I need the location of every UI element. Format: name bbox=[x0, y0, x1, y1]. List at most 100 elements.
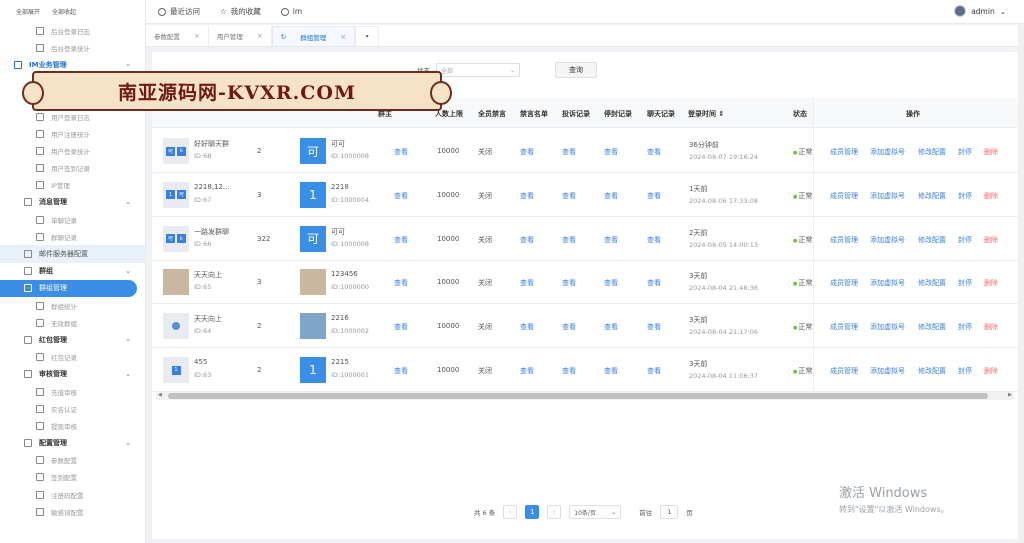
member-manage-link[interactable]: 成员管理 bbox=[830, 278, 858, 288]
sidebar-item[interactable]: 群组管理 bbox=[0, 279, 137, 297]
ban-records-link[interactable]: 查看 bbox=[604, 147, 618, 157]
sidebar-item[interactable]: IP管理 bbox=[0, 177, 145, 194]
sidebar-item[interactable]: 审核管理 ⌄ bbox=[0, 366, 145, 383]
mute-list-link[interactable]: 查看 bbox=[520, 322, 534, 332]
complaints-link[interactable]: 查看 bbox=[562, 191, 576, 201]
th-login-time[interactable]: 登录时间 ⇕ bbox=[688, 109, 724, 119]
chat-records-link[interactable]: 查看 bbox=[647, 235, 661, 245]
scrollbar-thumb[interactable] bbox=[168, 393, 988, 399]
mute-list-link[interactable]: 查看 bbox=[520, 278, 534, 288]
edit-config-link[interactable]: 修改配置 bbox=[918, 366, 946, 376]
sidebar-item[interactable]: 群组 ⌄ bbox=[0, 263, 145, 280]
tab-users[interactable]: 用户管理 × bbox=[209, 26, 272, 46]
add-virtual-link[interactable]: 添加虚拟号 bbox=[870, 278, 905, 288]
delete-link[interactable]: 删除 bbox=[984, 366, 998, 376]
next-page-button[interactable]: › bbox=[547, 505, 562, 519]
delete-link[interactable]: 删除 bbox=[984, 235, 998, 245]
sidebar-item[interactable]: 红包记录 bbox=[0, 349, 145, 366]
view-link[interactable]: 查看 bbox=[394, 322, 408, 332]
complaints-link[interactable]: 查看 bbox=[562, 278, 576, 288]
expand-all-button[interactable]: 全部展开 bbox=[16, 7, 40, 16]
close-icon[interactable]: × bbox=[194, 32, 200, 40]
ban-link[interactable]: 封停 bbox=[958, 278, 972, 288]
view-link[interactable]: 查看 bbox=[394, 278, 408, 288]
user-menu[interactable]: admin ⌄ bbox=[954, 5, 1006, 17]
delete-link[interactable]: 删除 bbox=[984, 147, 998, 157]
member-manage-link[interactable]: 成员管理 bbox=[830, 366, 858, 376]
chat-records-link[interactable]: 查看 bbox=[647, 191, 661, 201]
scroll-right-icon[interactable]: ▶ bbox=[1008, 392, 1012, 398]
delete-link[interactable]: 删除 bbox=[984, 278, 998, 288]
horizontal-scrollbar[interactable]: ◀ ▶ bbox=[156, 392, 1014, 400]
close-icon[interactable]: × bbox=[340, 33, 346, 41]
ban-records-link[interactable]: 查看 bbox=[604, 191, 618, 201]
add-virtual-link[interactable]: 添加虚拟号 bbox=[870, 322, 905, 332]
page-number[interactable]: 1 bbox=[525, 505, 540, 519]
chat-records-link[interactable]: 查看 bbox=[647, 366, 661, 376]
sidebar-item[interactable]: 群聊记录 bbox=[0, 228, 145, 245]
ban-link[interactable]: 封停 bbox=[958, 322, 972, 332]
sidebar-item[interactable]: 单聊记录 bbox=[0, 211, 145, 228]
chat-records-link[interactable]: 查看 bbox=[647, 322, 661, 332]
add-virtual-link[interactable]: 添加虚拟号 bbox=[870, 147, 905, 157]
collapse-all-button[interactable]: 全部收起 bbox=[52, 7, 76, 16]
page-size-select[interactable]: 10条/页 ⌄ bbox=[569, 505, 622, 519]
complaints-link[interactable]: 查看 bbox=[562, 366, 576, 376]
ban-link[interactable]: 封停 bbox=[958, 147, 972, 157]
edit-config-link[interactable]: 修改配置 bbox=[918, 278, 946, 288]
sidebar-item[interactable]: 注册码配置 bbox=[0, 486, 145, 503]
sidebar-item[interactable]: 实名认证 bbox=[0, 400, 145, 417]
tab-groups[interactable]: ↻ 群组管理 × bbox=[271, 26, 356, 46]
sidebar-item[interactable]: 群组统计 bbox=[0, 297, 145, 314]
complaints-link[interactable]: 查看 bbox=[562, 235, 576, 245]
sort-icon[interactable]: ⇕ bbox=[718, 110, 724, 118]
favorites-button[interactable]: ☆ 我的收藏 bbox=[220, 6, 261, 17]
add-virtual-link[interactable]: 添加虚拟号 bbox=[870, 191, 905, 201]
sidebar-item[interactable]: 红包管理 ⌄ bbox=[0, 331, 145, 348]
tab-params[interactable]: 参数配置 × bbox=[146, 26, 209, 46]
edit-config-link[interactable]: 修改配置 bbox=[918, 191, 946, 201]
delete-link[interactable]: 删除 bbox=[984, 322, 998, 332]
edit-config-link[interactable]: 修改配置 bbox=[918, 322, 946, 332]
member-manage-link[interactable]: 成员管理 bbox=[830, 235, 858, 245]
complaints-link[interactable]: 查看 bbox=[562, 322, 576, 332]
ban-records-link[interactable]: 查看 bbox=[604, 322, 618, 332]
ban-link[interactable]: 封停 bbox=[958, 191, 972, 201]
sidebar-item[interactable]: 用户注册统计 bbox=[0, 125, 145, 142]
close-icon[interactable]: × bbox=[257, 32, 263, 40]
edit-config-link[interactable]: 修改配置 bbox=[918, 147, 946, 157]
sidebar-item[interactable]: 签到配置 bbox=[0, 469, 145, 486]
ban-records-link[interactable]: 查看 bbox=[604, 235, 618, 245]
sidebar-item[interactable]: 邮件服务器配置 bbox=[0, 245, 145, 263]
recent-visits-button[interactable]: 最近访问 bbox=[158, 6, 200, 17]
edit-config-link[interactable]: 修改配置 bbox=[918, 235, 946, 245]
query-button[interactable]: 查询 bbox=[555, 62, 597, 78]
mute-list-link[interactable]: 查看 bbox=[520, 235, 534, 245]
sidebar-item[interactable]: 用户登录统计 bbox=[0, 142, 145, 159]
sidebar-item[interactable]: 后台登录统计 bbox=[0, 39, 145, 56]
refresh-icon[interactable]: ↻ bbox=[281, 33, 286, 41]
view-link[interactable]: 查看 bbox=[394, 366, 408, 376]
complaints-link[interactable]: 查看 bbox=[562, 147, 576, 157]
mute-list-link[interactable]: 查看 bbox=[520, 366, 534, 376]
mute-list-link[interactable]: 查看 bbox=[520, 147, 534, 157]
view-link[interactable]: 查看 bbox=[394, 191, 408, 201]
mute-list-link[interactable]: 查看 bbox=[520, 191, 534, 201]
ban-link[interactable]: 封停 bbox=[958, 235, 972, 245]
sidebar-item[interactable]: 后台登录日志 bbox=[0, 22, 145, 39]
add-virtual-link[interactable]: 添加虚拟号 bbox=[870, 366, 905, 376]
ban-link[interactable]: 封停 bbox=[958, 366, 972, 376]
sidebar-item[interactable]: 提现审核 bbox=[0, 417, 145, 434]
ban-records-link[interactable]: 查看 bbox=[604, 278, 618, 288]
sidebar-item[interactable]: 参数配置 bbox=[0, 452, 145, 469]
im-button[interactable]: im bbox=[280, 7, 302, 16]
add-virtual-link[interactable]: 添加虚拟号 bbox=[870, 235, 905, 245]
member-manage-link[interactable]: 成员管理 bbox=[830, 147, 858, 157]
goto-page-input[interactable]: 1 bbox=[660, 505, 679, 519]
chat-records-link[interactable]: 查看 bbox=[647, 278, 661, 288]
member-manage-link[interactable]: 成员管理 bbox=[830, 322, 858, 332]
ban-records-link[interactable]: 查看 bbox=[604, 366, 618, 376]
scroll-left-icon[interactable]: ◀ bbox=[158, 392, 162, 398]
status-select[interactable]: 全部 ⌄ bbox=[436, 63, 520, 77]
prev-page-button[interactable]: ‹ bbox=[503, 505, 518, 519]
